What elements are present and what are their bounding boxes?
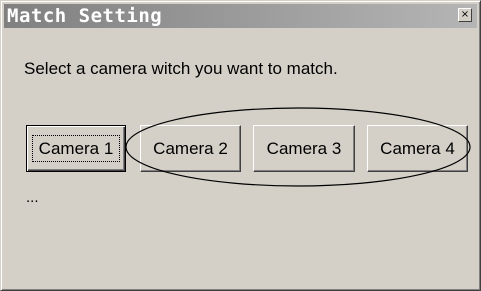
title-bar[interactable]: Match Setting × <box>4 4 477 28</box>
instruction-text: Select a camera witch you want to match. <box>24 59 338 78</box>
camera-3-button[interactable]: Camera 3 <box>253 125 355 172</box>
camera-3-label: Camera 3 <box>266 139 342 158</box>
ellipsis-text: ... <box>26 189 39 206</box>
close-button[interactable]: × <box>458 8 472 22</box>
camera-1-button[interactable]: Camera 1 <box>26 125 126 172</box>
window-title: Match Setting <box>7 5 163 27</box>
camera-2-label: Camera 2 <box>153 139 228 158</box>
match-setting-dialog: Match Setting × Select a camera witch yo… <box>0 0 481 291</box>
camera-4-button[interactable]: Camera 4 <box>367 125 468 172</box>
camera-4-label: Camera 4 <box>380 139 455 158</box>
camera-2-button[interactable]: Camera 2 <box>140 125 241 172</box>
close-icon: × <box>460 9 470 20</box>
camera-1-label: Camera 1 <box>38 139 114 158</box>
